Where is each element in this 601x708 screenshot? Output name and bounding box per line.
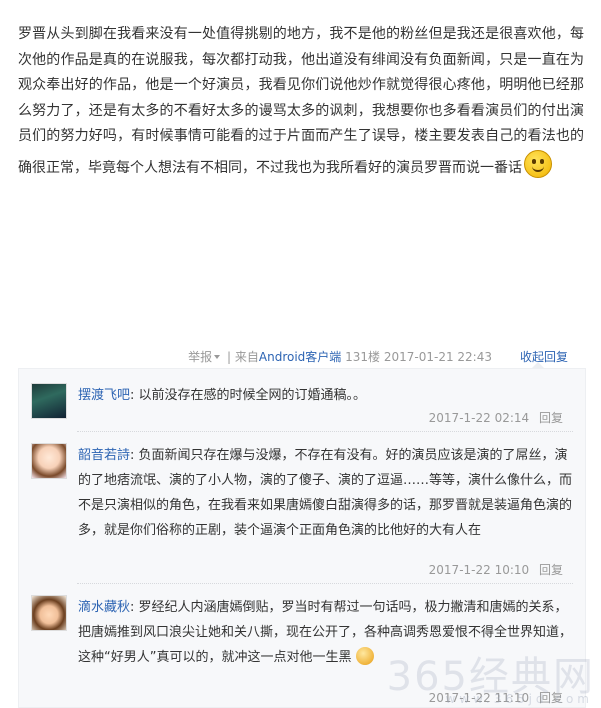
client-link[interactable]: Android客户端 xyxy=(259,350,341,364)
reply-username[interactable]: 滴水藏秋 xyxy=(78,600,130,615)
post-content: 罗晋从头到脚在我看来没有一处值得挑剔的地方，我不是他的粉丝但是我还是很喜欢他，每… xyxy=(18,22,584,181)
reply-username[interactable]: 韶音若詩 xyxy=(78,448,130,463)
reply-time: 2017-1-22 02:14 xyxy=(428,411,530,425)
reply-footer: 2017-1-22 10:10 回复 xyxy=(429,561,563,578)
reply-item: 滴水藏秋: 罗经纪人内涵唐嫣倒贴，罗当时有帮过一句话吗，极力撇清和唐嫣的关系，把… xyxy=(31,595,573,705)
watermark-url: www.365jd.com xyxy=(445,692,593,706)
post-meta-left: 举报 | 来自Android客户端 131楼 2017-01-21 22:43 xyxy=(188,346,492,368)
reply-footer: 2017-1-22 02:14 回复 xyxy=(429,409,563,426)
reply-text: 负面新闻只存在爆与没爆，不存在有没有。好的演员应该是演的了屌丝，演的了地痞流氓、… xyxy=(78,448,573,538)
reply-body: 摆渡飞吧: 以前没存在感的时候全网的订婚通稿。。 xyxy=(78,388,367,403)
reply-item: 摆渡飞吧: 以前没存在感的时候全网的订婚通稿。。 2017-1-22 02:14… xyxy=(31,383,573,433)
reply-divider xyxy=(77,583,573,584)
smile-emoji-icon xyxy=(524,149,552,178)
post-text: 罗晋从头到脚在我看来没有一处值得挑剔的地方，我不是他的粉丝但是我还是很喜欢他，每… xyxy=(18,26,584,176)
reply-panel-pointer xyxy=(531,362,545,369)
reply-item: 韶音若詩: 负面新闻只存在爆与没爆，不存在有没有。好的演员应该是演的了屌丝，演的… xyxy=(31,443,573,583)
avatar[interactable] xyxy=(31,595,67,631)
reply-time: 2017-1-22 10:10 xyxy=(428,563,530,577)
floor-number: 131楼 xyxy=(345,350,381,364)
meta-separator: | xyxy=(227,350,232,364)
reply-link[interactable]: 回复 xyxy=(539,411,563,425)
angry-emoji-icon xyxy=(355,647,374,665)
reply-username[interactable]: 摆渡飞吧 xyxy=(78,388,130,403)
reply-body: 滴水藏秋: 罗经纪人内涵唐嫣倒贴，罗当时有帮过一句话吗，极力撇清和唐嫣的关系，把… xyxy=(78,600,573,665)
reply-panel: 摆渡飞吧: 以前没存在感的时候全网的订婚通稿。。 2017-1-22 02:14… xyxy=(18,362,586,708)
avatar[interactable] xyxy=(31,443,67,479)
reply-divider xyxy=(77,431,573,432)
reply-body: 韶音若詩: 负面新闻只存在爆与没爆，不存在有没有。好的演员应该是演的了屌丝，演的… xyxy=(78,448,573,538)
avatar[interactable] xyxy=(31,383,67,419)
from-prefix: 来自 xyxy=(234,350,259,364)
report-link[interactable]: 举报 xyxy=(188,350,212,364)
reply-text: 罗经纪人内涵唐嫣倒贴，罗当时有帮过一句话吗，极力撇清和唐嫣的关系，把唐嫣推到风口… xyxy=(78,600,573,665)
post-meta: 举报 | 来自Android客户端 131楼 2017-01-21 22:43 … xyxy=(0,346,584,368)
reply-link[interactable]: 回复 xyxy=(539,563,563,577)
reply-text: 以前没存在感的时候全网的订婚通稿。。 xyxy=(138,388,367,403)
post-time: 2017-01-21 22:43 xyxy=(383,350,492,364)
report-dropdown-icon[interactable] xyxy=(214,355,221,359)
